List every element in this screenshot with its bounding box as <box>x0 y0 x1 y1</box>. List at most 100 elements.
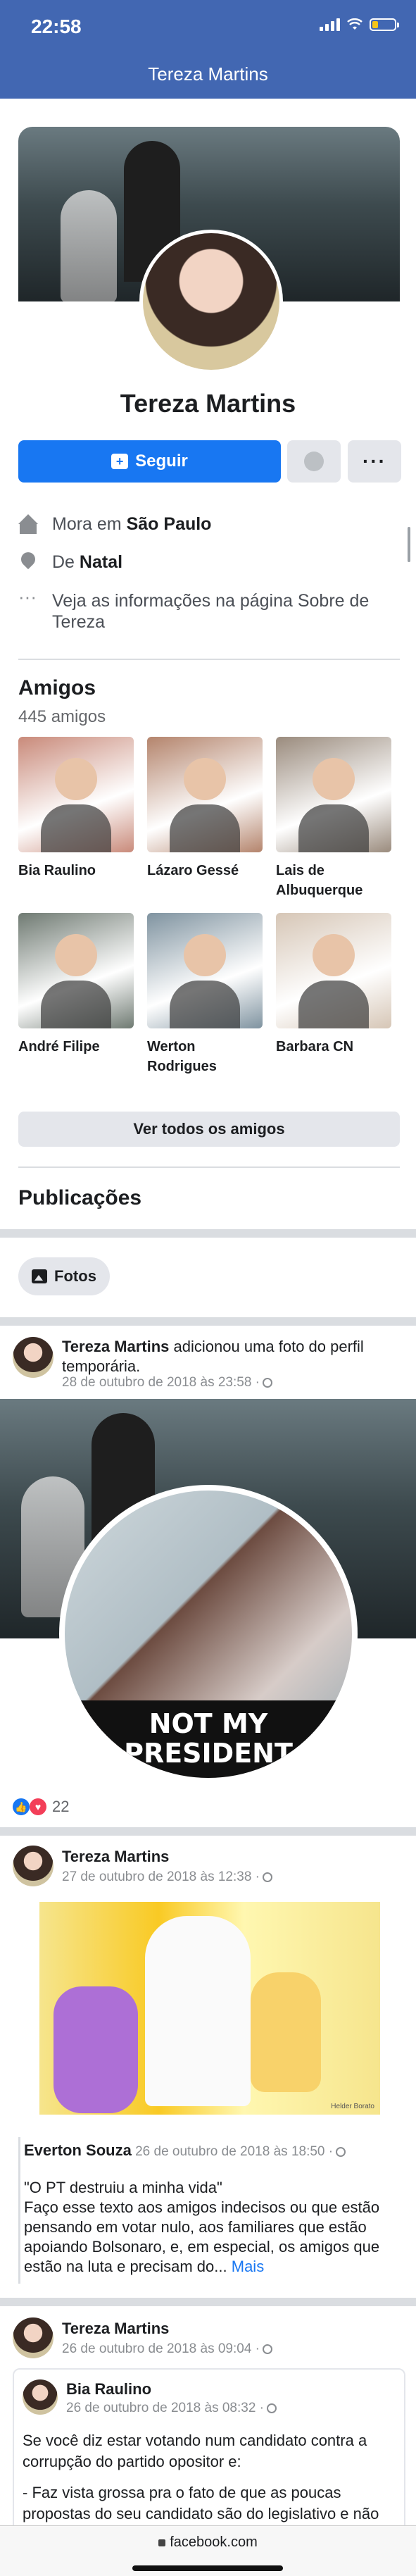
photo-overlay-text: NOT MY PRESIDENT <box>124 1708 293 1769</box>
friend-name[interactable]: Bia Raulino <box>18 861 138 881</box>
shared-post-header: Bia Raulino <box>66 2379 151 2399</box>
globe-icon <box>267 2403 277 2413</box>
status-time: 22:58 <box>31 15 82 37</box>
follow-icon: + <box>111 454 129 469</box>
globe-icon <box>263 1872 273 1882</box>
friend-figure <box>184 758 226 800</box>
post-avatar[interactable] <box>13 1337 53 1378</box>
post-avatar[interactable] <box>13 1846 53 1886</box>
about-link[interactable]: Veja as informações na página Sobre de T… <box>52 590 384 633</box>
friend-figure <box>184 934 226 976</box>
url-display[interactable]: facebook.com <box>0 2534 416 2551</box>
signal-icon <box>320 18 340 31</box>
lives-prefix: Mora em <box>52 514 127 534</box>
friend-figure-body <box>170 804 240 852</box>
friend-photo[interactable] <box>18 913 134 1028</box>
home-icon <box>18 514 38 534</box>
shared-post-avatar[interactable] <box>23 2379 58 2415</box>
friend-figure <box>313 934 355 976</box>
reactions[interactable]: 👍 ♥ 22 <box>13 1798 69 1816</box>
friend-photo[interactable] <box>18 737 134 852</box>
like-icon: 👍 <box>13 1798 30 1815</box>
url-text: facebook.com <box>170 2534 258 2550</box>
globe-icon <box>263 1378 273 1388</box>
friend-name[interactable]: Barbara CN <box>276 1037 396 1057</box>
friends-count: 445 amigos <box>18 707 106 726</box>
post-photo[interactable]: Helder Borato <box>39 1902 380 2115</box>
shared-body: Faço esse texto aos amigos indecisos ou … <box>24 2198 380 2275</box>
info-lives-in: Mora em São Paulo <box>18 514 211 535</box>
info-from: De Natal <box>18 552 122 573</box>
photos-button[interactable]: Fotos <box>18 1257 110 1295</box>
post-date[interactable]: 28 de outubro de 2018 às 23:58 · <box>62 1375 260 1390</box>
lives-city[interactable]: São Paulo <box>127 514 212 534</box>
post-header: Tereza Martins <box>62 2319 169 2339</box>
messenger-icon <box>304 452 324 471</box>
friend-name[interactable]: André Filipe <box>18 1037 138 1057</box>
shared-post-text-1: Se você diz estar votando num candidato … <box>23 2432 367 2470</box>
browser-url-bar[interactable]: facebook.com <box>0 2525 416 2576</box>
friend-photo[interactable] <box>276 737 391 852</box>
friend-figure <box>55 758 97 800</box>
battery-level <box>372 21 378 28</box>
friend-name[interactable]: Lais de Albuquerque <box>276 861 396 900</box>
section-separator <box>0 1229 416 1238</box>
section-separator <box>0 2298 416 2306</box>
friend-photo[interactable] <box>147 737 263 852</box>
info-about-link[interactable]: ··· Veja as informações na página Sobre … <box>18 586 384 633</box>
globe-icon <box>263 2344 273 2354</box>
post-profile-photo[interactable]: NOT MY PRESIDENT <box>59 1485 358 1784</box>
friend-figure-body <box>170 981 240 1028</box>
shared-author[interactable]: Everton Souza <box>24 2141 132 2159</box>
message-button[interactable] <box>287 440 341 483</box>
see-more-link[interactable]: Mais <box>232 2258 264 2275</box>
shared-quote: "O PT destruiu a minha vida" <box>24 2179 222 2196</box>
battery-icon <box>370 18 399 31</box>
shared-post-meta: 26 de outubro de 2018 às 08:32 · <box>66 2401 277 2416</box>
follow-button[interactable]: + Seguir <box>18 440 281 483</box>
post-author[interactable]: Tereza Martins <box>62 1848 169 1865</box>
post-meta: 28 de outubro de 2018 às 23:58 · <box>62 1375 273 1390</box>
post-avatar[interactable] <box>13 2317 53 2358</box>
page-title: Tereza Martins <box>148 63 268 85</box>
profile-avatar[interactable] <box>139 230 283 373</box>
friend-figure-body <box>298 804 369 852</box>
friend-photo[interactable] <box>276 913 391 1028</box>
friend-photo[interactable] <box>147 913 263 1028</box>
photo-baby-shape <box>251 1972 321 2092</box>
from-city[interactable]: Natal <box>80 552 122 572</box>
more-options-button[interactable]: ··· <box>348 440 401 483</box>
profile-name: Tereza Martins <box>120 389 296 418</box>
cover-horse-shape <box>61 190 117 301</box>
post-author[interactable]: Tereza Martins <box>62 2320 169 2337</box>
reaction-count: 22 <box>52 1798 70 1815</box>
posts-title: Publicações <box>18 1186 142 1209</box>
section-separator <box>0 1827 416 1836</box>
post-date[interactable]: 26 de outubro de 2018 às 09:04 · <box>62 2341 260 2356</box>
section-separator <box>0 1317 416 1326</box>
shared-date[interactable]: 26 de outubro de 2018 às 18:50 · <box>132 2144 333 2159</box>
shared-post-author[interactable]: Bia Raulino <box>66 2380 151 2398</box>
globe-icon <box>336 2147 346 2157</box>
home-indicator[interactable] <box>132 2565 283 2571</box>
friend-name[interactable]: Werton Rodrigues <box>147 1037 267 1076</box>
post-author[interactable]: Tereza Martins <box>62 1338 169 1355</box>
shared-post-date[interactable]: 26 de outubro de 2018 às 08:32 · <box>66 2401 264 2415</box>
friend-figure-body <box>41 981 111 1028</box>
shared-quote-bar <box>18 2137 20 2284</box>
from-text: De Natal <box>52 552 122 573</box>
scrollbar[interactable] <box>408 527 410 562</box>
more-dots-icon: ··· <box>18 586 37 607</box>
lock-icon <box>158 2539 166 2546</box>
friend-name[interactable]: Lázaro Gessé <box>147 861 267 881</box>
lives-text: Mora em São Paulo <box>52 514 211 535</box>
divider <box>18 1166 400 1168</box>
friend-figure-body <box>41 804 111 852</box>
photo-credit: Helder Borato <box>331 2103 374 2110</box>
see-all-friends-button[interactable]: Ver todos os amigos <box>18 1112 400 1147</box>
friend-figure <box>55 934 97 976</box>
location-pin-icon <box>18 552 38 572</box>
photos-label: Fotos <box>54 1267 96 1285</box>
from-prefix: De <box>52 552 80 572</box>
post-date[interactable]: 27 de outubro de 2018 às 12:38 · <box>62 1869 260 1884</box>
